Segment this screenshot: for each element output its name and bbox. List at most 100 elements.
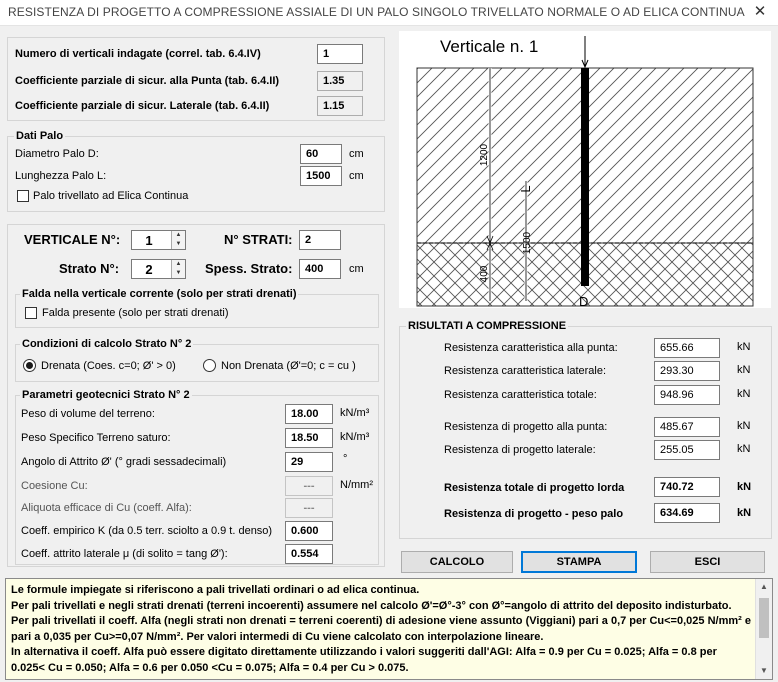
result-unit: kN xyxy=(737,420,751,432)
spess-unit: cm xyxy=(349,263,364,275)
param-label: Peso di volume del terreno: xyxy=(21,408,155,420)
title-bar: RESISTENZA DI PROGETTO A COMPRESSIONE AS… xyxy=(0,0,778,26)
strato-spinner[interactable]: 2 ▲ ▼ xyxy=(131,259,186,279)
coeff-lat-field: 1.15 xyxy=(317,96,363,116)
result-label: Resistenza di progetto - peso palo xyxy=(444,508,624,520)
window-title: RESISTENZA DI PROGETTO A COMPRESSIONE AS… xyxy=(8,5,745,19)
pile-diagram: Verticale n. 1 1200 400 L 1500 D xyxy=(399,31,771,308)
coeff-k-input[interactable]: 0.600 xyxy=(285,521,333,541)
n-verticali-label: Numero di verticali indagate (correl. ta… xyxy=(15,48,261,60)
verticale-value: 1 xyxy=(145,233,153,248)
result-label: Resistenza caratteristica totale: xyxy=(444,389,597,401)
lunghezza-label: Lunghezza Palo L: xyxy=(15,170,107,182)
notes-box[interactable]: Le formule impiegate si riferiscono a pa… xyxy=(5,578,773,680)
angolo-attrito-input[interactable]: 29 xyxy=(285,452,333,472)
param-unit: N/mm² xyxy=(340,479,373,491)
coeff-punta-field: 1.35 xyxy=(317,71,363,91)
result-label: Resistenza caratteristica alla punta: xyxy=(444,342,618,354)
result-unit: kN xyxy=(737,481,752,493)
result-unit: kN xyxy=(737,507,752,519)
spin-up-icon[interactable]: ▲ xyxy=(171,260,185,269)
coeff-lat-label: Coefficiente parziale di sicur. Laterale… xyxy=(15,100,270,112)
dati-palo-title: Dati Palo xyxy=(14,130,66,142)
param-unit: kN/m³ xyxy=(340,407,370,419)
elica-label: Palo trivellato ad Elica Continua xyxy=(33,190,189,202)
result-value: 740.72 xyxy=(654,477,720,497)
coesione-input: --- xyxy=(285,476,333,496)
diametro-label: Diametro Palo D: xyxy=(15,148,99,160)
result-value: 485.67 xyxy=(654,417,720,437)
param-label: Coesione Cu: xyxy=(21,480,88,492)
non-drenata-label: Non Drenata (Ø'=0; c = cu ) xyxy=(221,360,356,372)
drenata-label: Drenata (Coes. c=0; Ø' > 0) xyxy=(41,360,176,372)
strato-label: Strato N°: xyxy=(59,261,120,276)
peso-volume-input[interactable]: 18.00 xyxy=(285,404,333,424)
result-label: Resistenza di progetto alla punta: xyxy=(444,421,608,433)
dim-1500-label: 1500 xyxy=(522,231,533,254)
parametri-title: Parametri geotecnici Strato N° 2 xyxy=(20,389,192,401)
strato-value: 2 xyxy=(145,262,153,277)
pile xyxy=(581,68,589,286)
result-unit: kN xyxy=(737,388,751,400)
risultati-title: RISULTATI A COMPRESSIONE xyxy=(406,320,569,332)
drenata-radio[interactable] xyxy=(23,359,36,372)
result-value: 634.69 xyxy=(654,503,720,523)
close-icon[interactable]: ✕ xyxy=(748,2,772,22)
verticale-label: VERTICALE N°: xyxy=(24,232,121,247)
spin-up-icon[interactable]: ▲ xyxy=(171,231,185,240)
elica-checkbox[interactable] xyxy=(17,190,29,202)
scroll-down-icon[interactable]: ▼ xyxy=(756,663,772,679)
notes-text: Le formule impiegate si riferiscono a pa… xyxy=(11,583,751,676)
note-line: In alternativa il coeff. Alfa può essere… xyxy=(11,646,717,674)
result-unit: kN xyxy=(737,443,751,455)
diametro-unit: cm xyxy=(349,148,364,160)
coeff-punta-label: Coefficiente parziale di sicur. alla Pun… xyxy=(15,75,280,87)
n-strati-label: N° STRATI: xyxy=(224,232,293,247)
n-strati-input[interactable]: 2 xyxy=(299,230,341,250)
spin-down-icon[interactable]: ▼ xyxy=(171,240,185,249)
param-label: Angolo di Attrito Ø' (° gradi sessadecim… xyxy=(21,456,227,468)
falda-label: Falda presente (solo per strati drenati) xyxy=(42,307,229,319)
result-label: Resistenza totale di progetto lorda xyxy=(444,482,625,494)
result-value: 293.30 xyxy=(654,361,720,381)
result-value: 255.05 xyxy=(654,440,720,460)
calcolo-button[interactable]: CALCOLO xyxy=(401,551,513,573)
note-line: Per pali trivellati e negli strati drena… xyxy=(11,599,732,612)
dim-1200-label: 1200 xyxy=(479,143,490,166)
param-label: Peso Specifico Terreno saturo: xyxy=(21,432,171,444)
result-label: Resistenza di progetto laterale: xyxy=(444,444,596,456)
stampa-button[interactable]: STAMPA xyxy=(521,551,637,573)
falda-title: Falda nella verticale corrente (solo per… xyxy=(20,288,299,300)
spin-down-icon[interactable]: ▼ xyxy=(171,269,185,278)
spess-input[interactable]: 400 xyxy=(299,259,341,279)
result-value: 655.66 xyxy=(654,338,720,358)
scroll-up-icon[interactable]: ▲ xyxy=(756,579,772,595)
result-label: Resistenza caratteristica laterale: xyxy=(444,365,607,377)
peso-saturo-input[interactable]: 18.50 xyxy=(285,428,333,448)
diagram-title: Verticale n. 1 xyxy=(440,37,538,56)
coeff-mu-input[interactable]: 0.554 xyxy=(285,544,333,564)
note-line: Per pali trivellati il coeff. Alfa (negl… xyxy=(11,615,751,643)
condizioni-title: Condizioni di calcolo Strato N° 2 xyxy=(20,338,194,350)
falda-checkbox[interactable] xyxy=(25,307,37,319)
result-unit: kN xyxy=(737,341,751,353)
esci-button[interactable]: ESCI xyxy=(650,551,765,573)
lunghezza-unit: cm xyxy=(349,170,364,182)
note-line: Le formule impiegate si riferiscono a pa… xyxy=(11,584,420,596)
label-D: D xyxy=(579,294,588,308)
notes-scrollbar[interactable]: ▲ ▼ xyxy=(755,579,772,679)
non-drenata-radio[interactable] xyxy=(203,359,216,372)
result-value: 948.96 xyxy=(654,385,720,405)
param-label: Coeff. empirico K (da 0.5 terr. sciolto … xyxy=(21,525,273,537)
alfa-input: --- xyxy=(285,498,333,518)
n-verticali-input[interactable]: 1 xyxy=(317,44,363,64)
lunghezza-input[interactable]: 1500 xyxy=(300,166,342,186)
param-unit: kN/m³ xyxy=(340,431,370,443)
param-unit: ° xyxy=(343,453,348,465)
scroll-thumb[interactable] xyxy=(759,598,769,638)
param-label: Coeff. attrito laterale μ (di solito = t… xyxy=(21,548,228,560)
verticale-spinner[interactable]: 1 ▲ ▼ xyxy=(131,230,186,250)
param-label: Aliquota efficace di Cu (coeff. Alfa): xyxy=(21,502,192,514)
dim-400-label: 400 xyxy=(479,265,490,282)
diametro-input[interactable]: 60 xyxy=(300,144,342,164)
